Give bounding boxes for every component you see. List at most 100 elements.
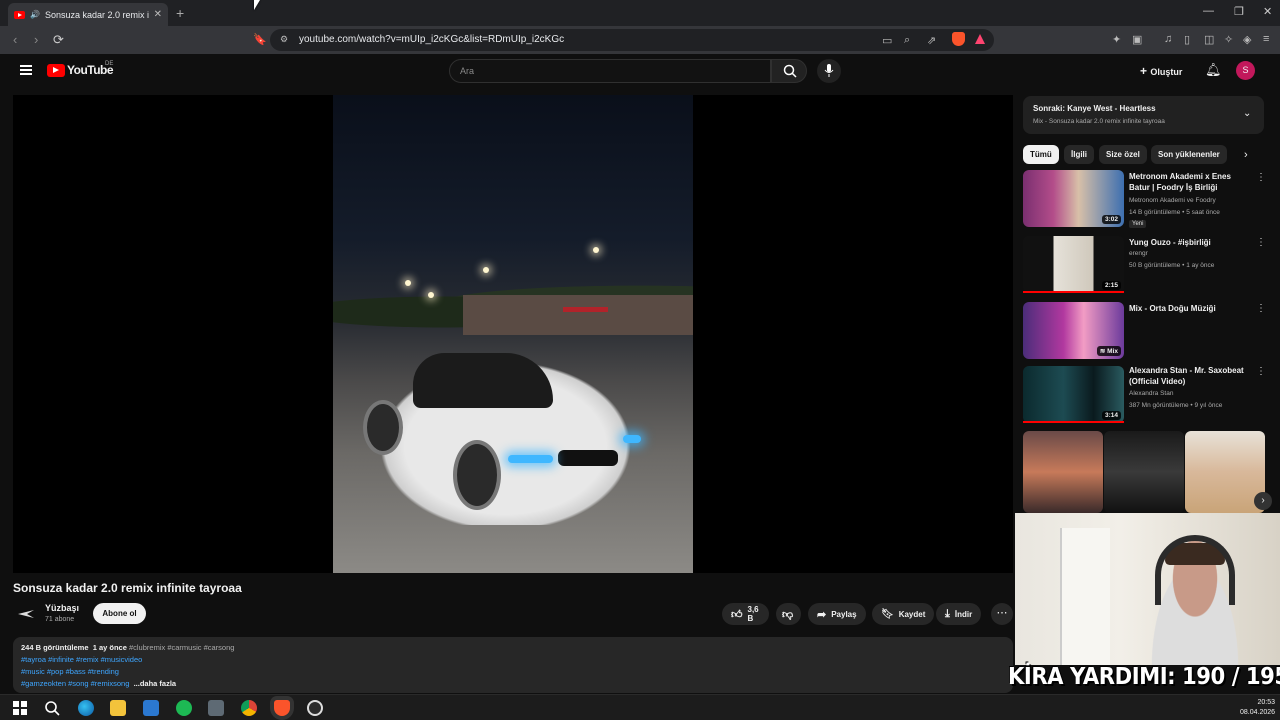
related-title[interactable]: Yung Ouzo - #işbirliği bbox=[1129, 237, 1247, 248]
minimize-icon[interactable]: — bbox=[1203, 5, 1214, 17]
hashtags-line[interactable]: #gamzeokten #song #remixsong bbox=[21, 679, 129, 688]
subscribe-button[interactable]: Abone ol bbox=[93, 603, 146, 624]
chrome-icon[interactable] bbox=[241, 700, 257, 716]
search-button[interactable] bbox=[771, 59, 807, 83]
shorts-next-icon[interactable]: › bbox=[1254, 492, 1272, 510]
download-button[interactable]: ⤓ İndir bbox=[936, 603, 982, 625]
description-line: #gamzeokten #song #remixsong ...daha faz… bbox=[21, 679, 176, 688]
show-more-link[interactable]: ...daha fazla bbox=[134, 679, 177, 688]
more-options-icon[interactable]: ⋮ bbox=[1256, 303, 1266, 314]
video-thumbnail[interactable]: 3:02 bbox=[1023, 170, 1124, 227]
share-label: Paylaş bbox=[831, 609, 857, 619]
like-button[interactable]: 👍︎ 3,6 B bbox=[722, 603, 769, 625]
video-thumbnail[interactable]: 2:15 bbox=[1023, 236, 1124, 293]
thumbs-up-icon: 👍︎ bbox=[731, 608, 743, 621]
cast-icon[interactable]: ▭ bbox=[882, 34, 892, 47]
edge-icon[interactable] bbox=[78, 700, 94, 716]
mix-thumbnail[interactable]: ≋ Mix bbox=[1023, 302, 1124, 359]
save-button[interactable]: 🔖︎ Kaydet bbox=[872, 603, 935, 625]
chip-recent[interactable]: Son yüklenenler bbox=[1151, 145, 1227, 164]
playlist-next-box[interactable]: Sonraki: Kanye West - Heartless Mix - So… bbox=[1023, 96, 1264, 134]
scene-lamp bbox=[405, 280, 411, 286]
scene-lamp bbox=[593, 247, 599, 253]
scene-sign bbox=[563, 307, 608, 312]
file-explorer-icon[interactable] bbox=[110, 700, 126, 716]
duration-badge: 2:15 bbox=[1101, 281, 1121, 290]
wallet-icon[interactable]: ▣ bbox=[1132, 33, 1142, 46]
ai-icon[interactable]: ✧ bbox=[1224, 33, 1233, 46]
music-icon[interactable]: ♫ bbox=[1164, 33, 1172, 45]
short-thumbnail[interactable] bbox=[1185, 431, 1265, 513]
related-title[interactable]: Mix - Orta Doğu Müziği bbox=[1129, 303, 1247, 314]
forward-icon[interactable]: › bbox=[34, 32, 38, 47]
youtube-logo-icon[interactable] bbox=[47, 64, 65, 77]
upload-age: 1 ay önce bbox=[92, 643, 127, 652]
brave-shields-icon[interactable] bbox=[952, 32, 965, 46]
windows-start-icon[interactable] bbox=[12, 700, 28, 716]
description-box[interactable]: 244 B görüntüleme 1 ay önce #clubremix #… bbox=[13, 637, 1013, 693]
calculator-icon[interactable] bbox=[208, 700, 224, 716]
short-thumbnail[interactable] bbox=[1023, 431, 1103, 513]
back-icon[interactable]: ‹ bbox=[13, 32, 17, 47]
voice-search-button[interactable] bbox=[817, 59, 841, 83]
reload-icon[interactable]: ⟳ bbox=[53, 32, 64, 48]
related-title[interactable]: Metronom Akademi x Enes Batur | Foodry İ… bbox=[1129, 171, 1247, 193]
video-thumbnail[interactable]: 3:14 bbox=[1023, 366, 1124, 423]
brave-taskbar-icon[interactable] bbox=[274, 700, 290, 716]
hashtags-top[interactable]: #clubremix #carmusic #carsong bbox=[129, 643, 234, 652]
browser-tab[interactable]: 🔊 Sonsuza kadar 2.0 remix infini ✕ bbox=[8, 3, 168, 26]
window-close-icon[interactable]: ✕ bbox=[1263, 5, 1272, 18]
share-button[interactable]: ➦ Paylaş bbox=[808, 603, 866, 625]
chip-for-you[interactable]: Size özel bbox=[1099, 145, 1147, 164]
create-button[interactable]: + Oluştur bbox=[1140, 64, 1182, 78]
short-thumbnail[interactable] bbox=[1104, 431, 1184, 513]
store-icon[interactable] bbox=[143, 700, 159, 716]
hamburger-menu-icon[interactable] bbox=[20, 65, 32, 75]
hashtags-line[interactable]: #music #pop #bass #trending bbox=[21, 667, 119, 676]
create-label: Oluştur bbox=[1150, 67, 1183, 77]
scene-car-roof bbox=[413, 353, 553, 408]
dislike-button[interactable]: 👎︎ bbox=[776, 603, 801, 625]
system-clock[interactable]: 20:53 08.04.2026 bbox=[1240, 698, 1275, 718]
share-page-icon[interactable]: ⇗ bbox=[927, 34, 936, 47]
search-taskbar-icon[interactable] bbox=[44, 700, 60, 716]
video-player[interactable] bbox=[13, 95, 1013, 573]
more-options-icon[interactable]: ⋮ bbox=[1256, 366, 1266, 377]
bookmark-icon[interactable]: 🔖 bbox=[253, 33, 267, 46]
more-actions-icon[interactable]: ⋯ bbox=[991, 603, 1013, 625]
close-tab-icon[interactable]: ✕ bbox=[154, 9, 162, 20]
channel-name[interactable]: Yüzbaşı bbox=[45, 603, 79, 613]
channel-avatar[interactable] bbox=[17, 605, 35, 623]
chip-all[interactable]: Tümü bbox=[1023, 145, 1059, 164]
hashtags-line[interactable]: #tayroa #infinite #remix #musicvideo bbox=[21, 655, 142, 664]
extensions-icon[interactable]: ✦ bbox=[1112, 33, 1121, 46]
leo-icon[interactable]: ◫ bbox=[1204, 33, 1214, 46]
search-input[interactable]: Ara bbox=[449, 59, 771, 83]
microphone-icon bbox=[824, 64, 834, 77]
brave-rewards-icon[interactable] bbox=[975, 34, 985, 44]
sidebar-icon[interactable]: ▯ bbox=[1184, 33, 1190, 46]
search-icon bbox=[783, 64, 797, 78]
more-options-icon[interactable]: ⋮ bbox=[1256, 172, 1266, 183]
obs-icon[interactable] bbox=[307, 700, 323, 716]
spotify-icon[interactable] bbox=[176, 700, 192, 716]
avatar[interactable]: S bbox=[1236, 61, 1255, 80]
chevron-down-icon[interactable]: ⌄ bbox=[1243, 108, 1251, 119]
related-title[interactable]: Alexandra Stan - Mr. Saxobeat (Official … bbox=[1129, 365, 1247, 387]
related-channel[interactable]: erengr bbox=[1129, 250, 1148, 257]
related-channel[interactable]: Metronom Akademi ve Foodry bbox=[1129, 197, 1216, 204]
more-options-icon[interactable]: ⋮ bbox=[1256, 237, 1266, 248]
address-bar[interactable]: ⚙ youtube.com/watch?v=mUIp_i2cKGc&list=R… bbox=[270, 29, 994, 51]
chip-related[interactable]: İlgili bbox=[1064, 145, 1094, 164]
vpn-icon[interactable]: ◈ bbox=[1243, 33, 1251, 46]
menu-icon[interactable]: ≡ bbox=[1263, 33, 1269, 45]
notifications-icon[interactable]: 🔔︎ bbox=[1205, 62, 1222, 78]
restore-icon[interactable]: ❐ bbox=[1234, 5, 1244, 18]
site-info-icon[interactable]: ⚙ bbox=[280, 34, 288, 45]
zoom-icon[interactable]: ⌕ bbox=[904, 34, 910, 47]
headset-icon bbox=[1155, 535, 1235, 605]
new-tab-icon[interactable]: + bbox=[176, 5, 184, 21]
scene-headlight bbox=[623, 435, 641, 443]
chevron-right-icon[interactable]: › bbox=[1244, 149, 1248, 161]
related-channel[interactable]: Alexandra Stan bbox=[1129, 390, 1173, 397]
